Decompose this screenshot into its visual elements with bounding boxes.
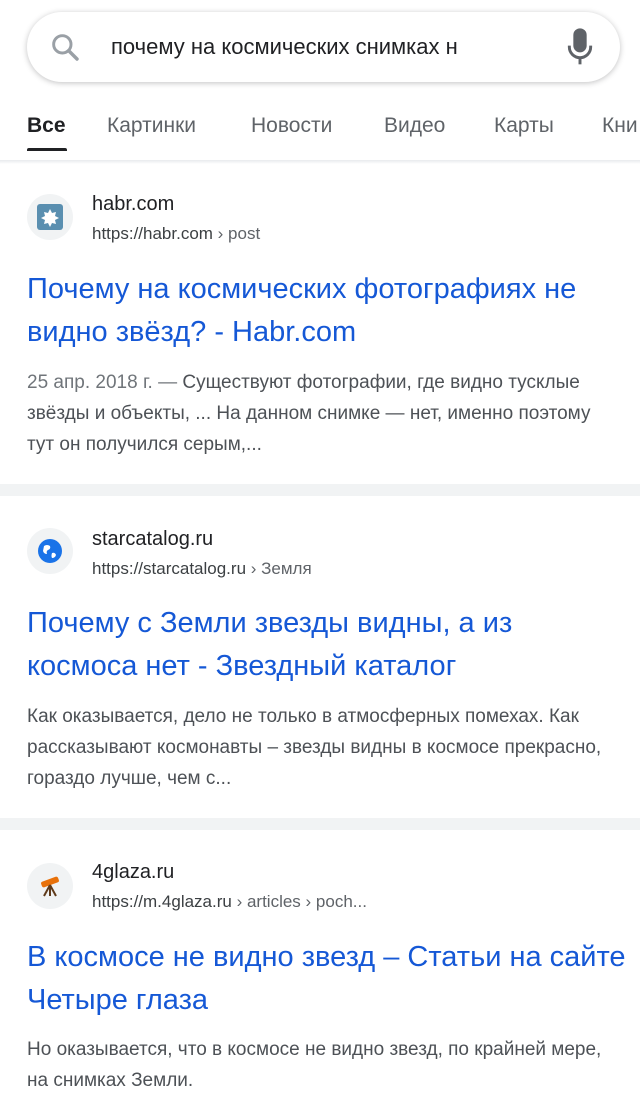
search-icon[interactable] — [49, 31, 81, 63]
site-name[interactable]: habr.com — [92, 193, 174, 216]
result-snippet: Как оказывается, дело не только в атмосф… — [27, 701, 613, 794]
url-base: https://m.4glaza.ru — [92, 892, 232, 911]
site-name[interactable]: 4glaza.ru — [92, 861, 174, 884]
habr-icon — [27, 194, 73, 240]
site-url[interactable]: https://starcatalog.ru › Земля — [92, 559, 312, 579]
search-result: habr.com https://habr.com › post Почему … — [0, 164, 640, 484]
result-date: 25 апр. 2018 г. — — [27, 372, 183, 393]
snippet-text: Как оказывается, дело не только в атмосф… — [27, 706, 602, 789]
result-separator — [0, 818, 640, 830]
result-snippet: Но оказывается, что в космосе не видно з… — [27, 1034, 613, 1096]
url-breadcrumb: › articles › poch... — [231, 892, 367, 911]
search-input[interactable]: почему на космических снимках н — [111, 12, 563, 82]
snippet-text: Но оказывается, что в космосе не видно з… — [27, 1039, 602, 1091]
url-base: https://habr.com — [92, 224, 213, 243]
result-title-link[interactable]: Почему на космических фотографиях не вид… — [27, 268, 627, 354]
microphone-icon[interactable] — [566, 27, 594, 67]
search-result: starcatalog.ru https://starcatalog.ru › … — [0, 496, 640, 818]
tab-books[interactable]: Кни — [602, 114, 638, 138]
active-tab-indicator — [27, 148, 67, 151]
tab-maps[interactable]: Карты — [494, 114, 554, 138]
result-separator — [0, 484, 640, 496]
result-title-link[interactable]: В космосе не видно звезд – Статьи на сай… — [27, 936, 627, 1022]
url-base: https://starcatalog.ru — [92, 559, 247, 578]
tab-all[interactable]: Все — [27, 114, 66, 138]
site-name[interactable]: starcatalog.ru — [92, 528, 213, 551]
site-url[interactable]: https://habr.com › post — [92, 224, 260, 244]
search-result: 4glaza.ru https://m.4glaza.ru › articles… — [0, 830, 640, 1114]
search-tabs: Все Картинки Новости Видео Карты Кни — [0, 96, 640, 154]
url-breadcrumb: › post — [212, 224, 261, 243]
url-breadcrumb: › Земля — [246, 559, 312, 578]
result-snippet: 25 апр. 2018 г. — Существуют фотографии,… — [27, 367, 613, 460]
globe-icon — [27, 528, 73, 574]
telescope-icon — [27, 863, 73, 909]
result-title-link[interactable]: Почему с Земли звезды видны, а из космос… — [27, 602, 627, 688]
search-bar[interactable]: почему на космических снимках н — [27, 12, 620, 82]
tab-videos[interactable]: Видео — [384, 114, 445, 138]
site-url[interactable]: https://m.4glaza.ru › articles › poch... — [92, 892, 367, 912]
tab-images[interactable]: Картинки — [107, 114, 196, 138]
tab-news[interactable]: Новости — [251, 114, 332, 138]
